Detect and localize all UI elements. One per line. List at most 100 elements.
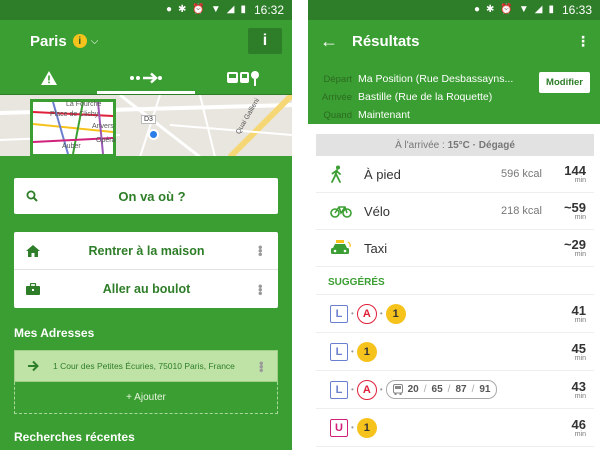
duration-unit: min: [574, 316, 586, 324]
duration-value: 144: [564, 163, 586, 178]
saved-address-text: 1 Cour des Petites Écuries, 75010 Paris,…: [53, 361, 235, 371]
route-option[interactable]: U • 1 46 min: [316, 409, 594, 447]
home-icon: [26, 244, 40, 257]
duration-unit: min: [574, 214, 586, 221]
arrivee-value: Bastille (Rue de la Roquette): [358, 91, 493, 103]
line-L-badge: L: [330, 342, 348, 361]
duration-value: 46: [571, 416, 586, 432]
page-title: Résultats: [352, 32, 420, 50]
tab-alerts[interactable]: [0, 62, 97, 94]
more-options-icon[interactable]: •••: [254, 361, 269, 372]
mode-row-walk[interactable]: À pied 596 kcal 144 min: [316, 156, 594, 193]
saved-address-item[interactable]: 1 Cour des Petites Écuries, 75010 Paris,…: [14, 350, 278, 382]
walking-icon: [331, 165, 341, 183]
slash-separator: /: [447, 384, 451, 395]
route-option[interactable]: L • A • 20 / 65 / 87 / 91 43 min: [316, 371, 594, 409]
go-home-button[interactable]: Rentrer à la maison •••: [14, 232, 278, 270]
wifi-icon: ▼: [210, 4, 221, 15]
bus-line-number: 91: [479, 384, 491, 395]
battery-icon: ▮: [548, 4, 554, 15]
weather-value: 15°C · Dégagé: [447, 139, 515, 151]
signal-icon: ◢: [534, 4, 543, 15]
arrivee-label: Arrivée: [321, 91, 352, 103]
trip-summary: Départ Ma Position (Rue Desbassayns... Ar…: [308, 62, 600, 124]
tab-nearby[interactable]: [195, 62, 292, 94]
bus-lines-badge: 20 / 65 / 87 / 91: [385, 380, 498, 399]
more-options-icon[interactable]: •••: [253, 284, 268, 295]
bus-icon: [392, 384, 403, 395]
bus-line-number: 87: [455, 384, 467, 395]
separator-dot: •: [379, 309, 383, 318]
clock: 16:32: [253, 3, 284, 17]
duration-value: ~29: [563, 237, 586, 252]
bluetooth-icon: ✱: [486, 4, 495, 15]
wifi-icon: ▼: [518, 4, 529, 15]
go-home-label: Rentrer à la maison: [88, 243, 205, 258]
mode-tabs: [0, 62, 292, 94]
bicycle-icon: [330, 206, 352, 218]
duration-unit: min: [574, 392, 586, 400]
back-arrow-icon[interactable]: ←: [320, 31, 338, 52]
map-view[interactable]: La Fourche Place de Clichy Anvers Auber …: [0, 94, 292, 156]
route-option[interactable]: L • 1 45 min: [316, 333, 594, 371]
app-bar: ← Résultats ⋮: [308, 20, 600, 62]
arrival-weather: À l'arrivée : 15°C · Dégagé: [316, 134, 594, 156]
map-label: La Fourche: [66, 101, 102, 108]
chevron-down-icon[interactable]: ⌵: [91, 36, 99, 47]
go-work-label: Aller au boulot: [102, 282, 191, 296]
map-label: Auber: [62, 143, 81, 150]
clock: 16:33: [561, 3, 592, 17]
road-badge: D3: [141, 115, 156, 124]
duration-value: ~59: [563, 200, 586, 215]
bus-line-number: 20: [407, 384, 419, 395]
signal-icon: ◢: [226, 4, 235, 15]
duration-unit: min: [574, 177, 586, 184]
mode-label: Vélo: [364, 203, 391, 219]
separator-dot: •: [379, 385, 383, 394]
recent-searches-title: Recherches récentes: [14, 430, 135, 444]
results-screen: ● ✱ ⏰ ▼ ◢ ▮ 16:33 ← Résultats ⋮ Départ Ma…: [308, 0, 600, 450]
arrow-right-icon: [28, 360, 39, 372]
mode-label: Taxi: [364, 240, 388, 256]
rer-A-badge: A: [356, 303, 377, 324]
separator-dot: •: [351, 347, 354, 356]
briefcase-icon: [26, 283, 40, 295]
search-label: On va où ?: [118, 188, 186, 204]
line-L-badge: L: [330, 304, 348, 323]
status-bar: ● ✱ ⏰ ▼ ◢ ▮ 16:32: [0, 0, 292, 20]
overflow-menu-icon[interactable]: ⋮: [576, 33, 590, 50]
duration-unit: min: [574, 430, 586, 438]
quand-value: Maintenant: [358, 109, 410, 121]
mode-row-taxi[interactable]: Taxi ~29 min: [316, 230, 594, 267]
quand-label: Quand: [323, 109, 352, 121]
info-button[interactable]: i: [248, 28, 282, 54]
modify-button[interactable]: Modifier: [539, 72, 590, 93]
add-address-button[interactable]: + Ajouter: [14, 382, 278, 414]
status-bar: ● ✱ ⏰ ▼ ◢ ▮ 16:33: [308, 0, 600, 20]
route-option[interactable]: L • A • 1 41 min: [316, 295, 594, 333]
location-icon: ●: [165, 4, 172, 15]
slash-separator: /: [471, 384, 475, 395]
mode-label: À pied: [364, 166, 401, 182]
my-addresses-title: Mes Adresses: [14, 326, 95, 340]
duration-value: 45: [571, 340, 586, 356]
depart-value: Ma Position (Rue Desbassayns...: [358, 73, 514, 85]
home-screen: ● ✱ ⏰ ▼ ◢ ▮ 16:32 Paris i ⌵ i La Fourche…: [0, 0, 292, 450]
route-arrow-icon: [129, 72, 162, 84]
duration-unit: min: [574, 354, 586, 362]
rer-A-badge: A: [356, 379, 377, 400]
info-badge-icon: i: [72, 34, 87, 48]
quick-actions-card: Rentrer à la maison ••• Aller au boulot …: [14, 232, 278, 308]
mode-row-bike[interactable]: Vélo 218 kcal ~59 min: [316, 193, 594, 230]
depart-label: Départ: [323, 73, 352, 85]
more-options-icon[interactable]: •••: [253, 245, 268, 256]
map-label: Opéra: [96, 137, 116, 144]
map-label: Place de Clichy: [50, 111, 99, 118]
go-work-button[interactable]: Aller au boulot •••: [14, 270, 278, 308]
search-destination-card[interactable]: On va où ?: [14, 178, 278, 214]
tab-itinerary[interactable]: [97, 62, 195, 94]
warning-icon: [40, 71, 57, 85]
transit-stop-icon: [227, 71, 260, 86]
app-bar: Paris i ⌵ i: [0, 20, 292, 62]
city-selector[interactable]: Paris: [30, 33, 67, 50]
